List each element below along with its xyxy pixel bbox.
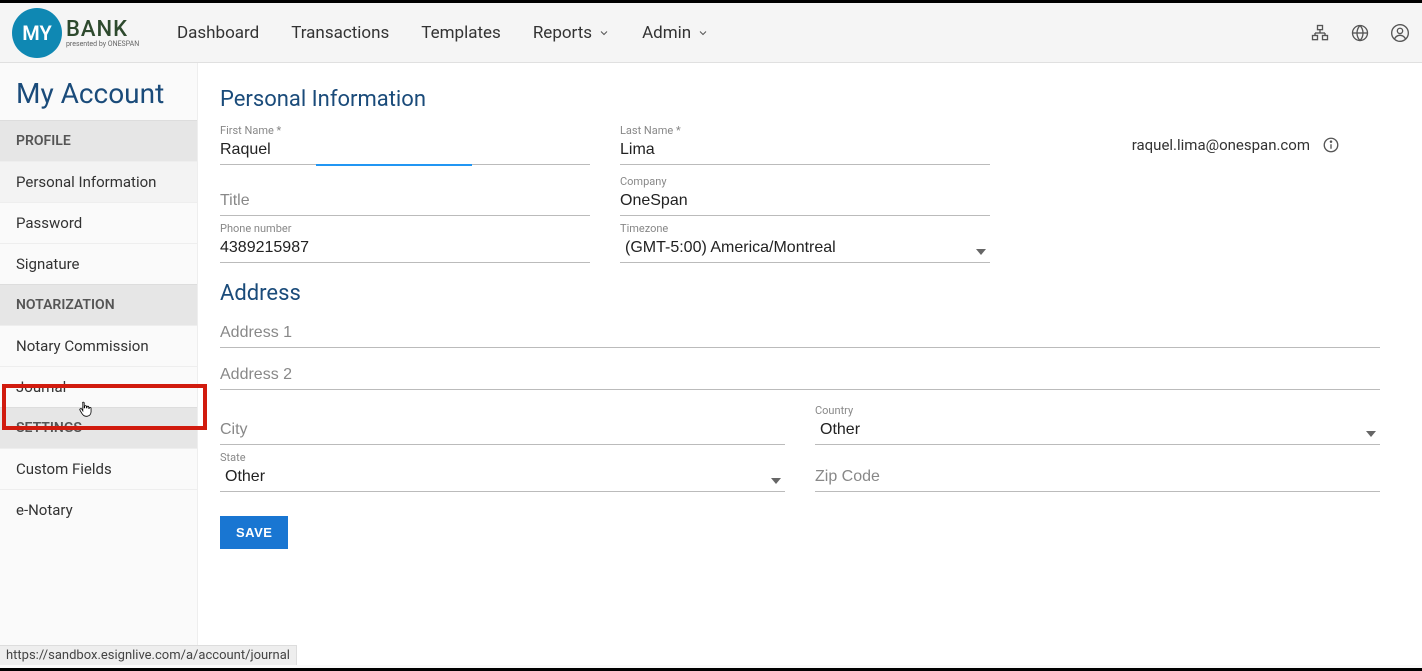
field-timezone: Timezone [620,222,990,263]
org-icon[interactable] [1310,23,1330,43]
label-first-name: First Name * [220,124,590,137]
sidebar-item-personal-information[interactable]: Personal Information [0,161,197,202]
sidebar: My Account PROFILE Personal Information … [0,63,198,665]
field-address1 [220,320,1380,348]
main: My Account PROFILE Personal Information … [0,63,1422,665]
field-phone: Phone number [220,222,590,263]
sidebar-item-signature[interactable]: Signature [0,243,197,284]
nav-transactions[interactable]: Transactions [291,23,389,43]
topbar: MY BANK presented by ONESPAN Dashboard T… [0,3,1422,63]
row-address2 [220,362,1400,390]
sidebar-header-notarization: NOTARIZATION [0,284,197,325]
sidebar-header-settings: SETTINGS [0,407,197,448]
status-bar: https://sandbox.esignlive.com/a/account/… [0,645,297,665]
chevron-down-icon [598,27,610,39]
chevron-down-icon [697,27,709,39]
label-title-spacer [220,175,590,188]
input-address2[interactable] [220,362,1380,390]
nav-admin-label: Admin [642,23,691,43]
label-timezone: Timezone [620,222,990,235]
logo[interactable]: MY BANK presented by ONESPAN [12,8,177,58]
sidebar-item-notary-commission[interactable]: Notary Commission [0,325,197,366]
input-company[interactable] [620,188,990,216]
nav-templates[interactable]: Templates [421,23,501,43]
topbar-right [1310,23,1410,43]
field-first-name: First Name * [220,124,590,165]
input-city[interactable] [220,417,785,445]
input-first-name[interactable] [220,137,590,165]
email-text: raquel.lima@onespan.com [1132,136,1310,154]
label-last-name: Last Name * [620,124,990,137]
nav-admin[interactable]: Admin [642,23,709,43]
field-zip [815,451,1380,492]
field-city [220,404,785,445]
row-name: First Name * Last Name * raquel.lima@one… [220,124,1400,165]
row-phone-tz: Phone number Timezone [220,222,1400,263]
sidebar-item-password[interactable]: Password [0,202,197,243]
label-company: Company [620,175,990,188]
label-zip-spacer [815,451,1380,464]
row-title-company: Company [220,175,1400,216]
globe-icon[interactable] [1350,23,1370,43]
input-phone[interactable] [220,235,590,263]
label-country: Country [815,404,1380,417]
section-title-personal: Personal Information [220,87,1400,112]
field-last-name: Last Name * [620,124,990,165]
row-state-zip: State [220,451,1400,492]
field-country: Country [815,404,1380,445]
page-title: My Account [0,63,197,120]
content: Personal Information First Name * Last N… [198,63,1422,665]
input-address1[interactable] [220,320,1380,348]
sidebar-header-profile: PROFILE [0,120,197,161]
nav-reports[interactable]: Reports [533,23,610,43]
input-title[interactable] [220,188,590,216]
sidebar-item-journal[interactable]: Journal [0,366,197,407]
field-state: State [220,451,785,492]
input-timezone[interactable] [620,235,990,263]
logo-text: BANK [66,17,139,42]
section-title-address: Address [220,281,1400,306]
input-state[interactable] [220,464,785,492]
field-title [220,175,590,216]
nav-reports-label: Reports [533,23,592,43]
save-button[interactable]: SAVE [220,516,288,549]
logo-circle: MY [12,8,62,58]
row-city-country: Country [220,404,1400,445]
field-address2 [220,362,1380,390]
row-address1 [220,320,1400,348]
email-display: raquel.lima@onespan.com [1132,136,1340,154]
sidebar-item-custom-fields[interactable]: Custom Fields [0,448,197,489]
input-zip[interactable] [815,464,1380,492]
sidebar-item-e-notary[interactable]: e-Notary [0,489,197,530]
nav-dashboard[interactable]: Dashboard [177,23,259,43]
nav-items: Dashboard Transactions Templates Reports… [177,23,709,43]
input-last-name[interactable] [620,137,990,165]
label-city-spacer [220,404,785,417]
label-state: State [220,451,785,464]
input-country[interactable] [815,417,1380,445]
field-company: Company [620,175,990,216]
info-icon[interactable] [1322,136,1340,154]
logo-text-wrap: BANK presented by ONESPAN [66,17,139,48]
logo-subtext: presented by ONESPAN [66,40,139,48]
user-icon[interactable] [1390,23,1410,43]
label-phone: Phone number [220,222,590,235]
